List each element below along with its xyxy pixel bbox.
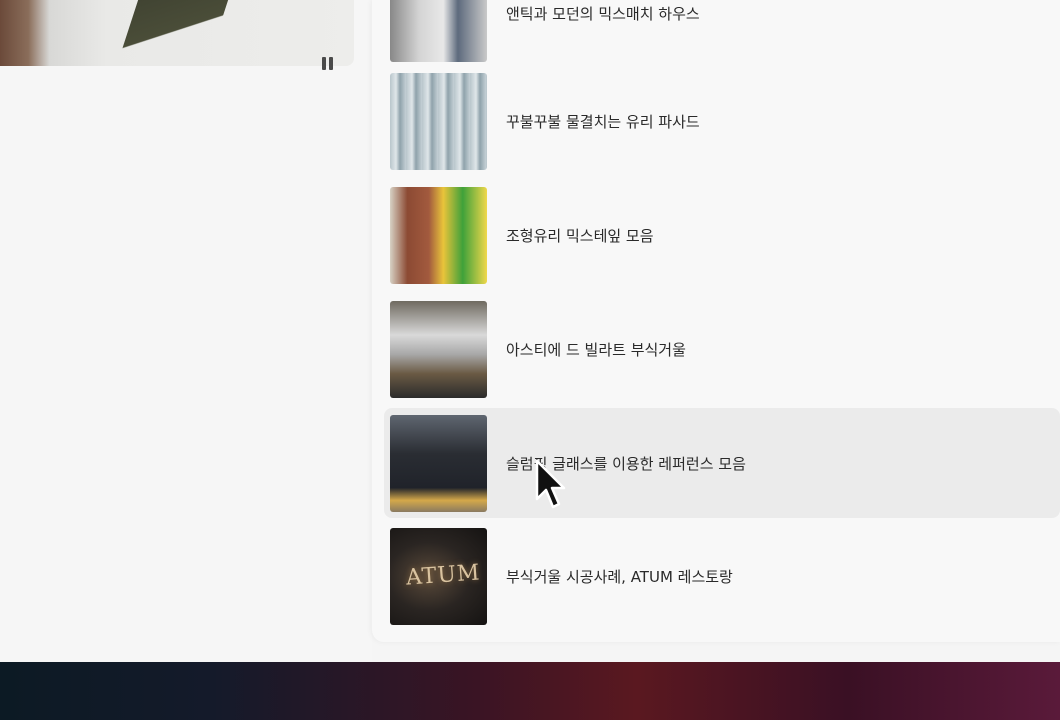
app-window: 앤틱과 모던의 믹스매치 하우스 꾸불꾸불 물결치는 유리 파사드 조형유리 믹… <box>0 0 1060 662</box>
list-item-label: 부식거울 시공사례, ATUM 레스토랑 <box>506 567 733 586</box>
glass-facade-image <box>390 72 487 170</box>
list-item-label: 꾸불꾸불 물결치는 유리 파사드 <box>506 112 700 131</box>
video-player[interactable] <box>0 0 354 66</box>
atum-sign-image: ATUM <box>390 527 487 625</box>
list-item[interactable]: 아스티에 드 빌라트 부식거울 <box>384 294 1060 404</box>
mouse-cursor-icon <box>535 459 566 509</box>
shelf-mirror-image <box>390 300 487 398</box>
desktop-wallpaper <box>0 662 1060 720</box>
list-item[interactable]: 조형유리 믹스테잎 모음 <box>384 180 1060 290</box>
building-image <box>390 414 487 512</box>
list-item[interactable]: 꾸불꾸불 물결치는 유리 파사드 <box>384 66 1060 176</box>
list-item-label: 조형유리 믹스테잎 모음 <box>506 226 654 245</box>
video-frame-content <box>115 0 235 66</box>
color-glass-image <box>390 186 487 284</box>
atum-logo: ATUM <box>405 559 482 591</box>
list-item-label: 아스티에 드 빌라트 부식거울 <box>506 340 686 359</box>
kitchen-image <box>390 0 487 62</box>
list-item-hovered[interactable]: 슬럼핑 글래스를 이용한 레퍼런스 모음 <box>384 408 1060 518</box>
pause-icon[interactable] <box>320 56 334 70</box>
video-panel <box>0 0 372 662</box>
list-item-label: 앤틱과 모던의 믹스매치 하우스 <box>506 4 700 23</box>
list-item[interactable]: 앤틱과 모던의 믹스매치 하우스 <box>384 0 1060 68</box>
list-item[interactable]: ATUM 부식거울 시공사례, ATUM 레스토랑 <box>384 521 1060 631</box>
